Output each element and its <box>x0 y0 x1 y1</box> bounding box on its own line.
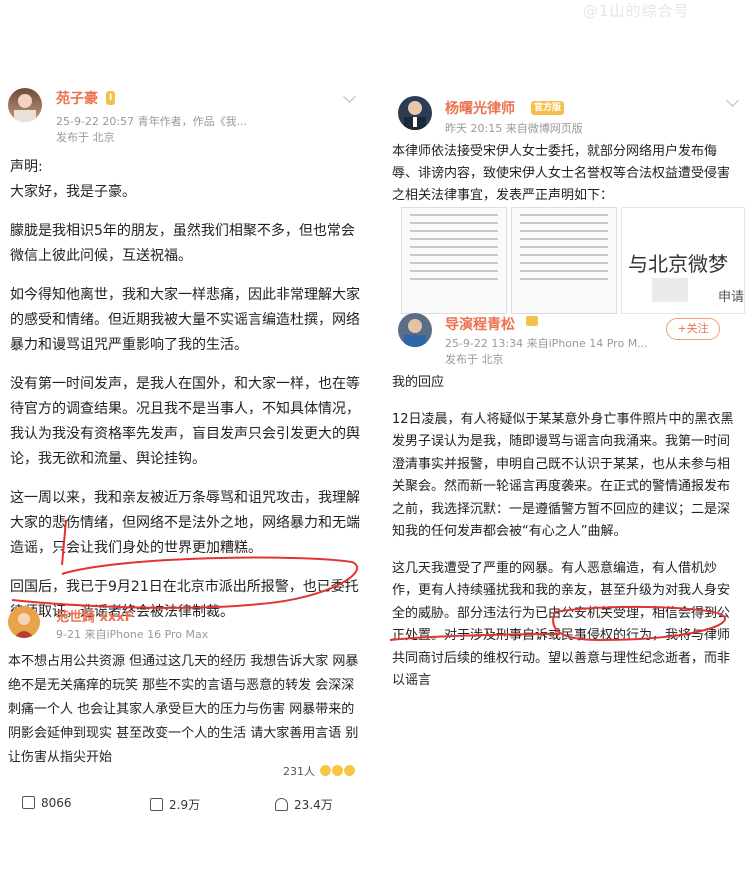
lawyer-post-text: 本律师依法接受宋伊人女士委托，就部分网络用户发布侮辱、诽谤内容，致使宋伊人女士名… <box>392 144 731 203</box>
avatar[interactable] <box>8 88 42 122</box>
thumbs-up-icon <box>275 798 288 811</box>
watermark: @1山的综合号 <box>583 2 690 20</box>
comment-button[interactable]: 2.9万 <box>150 796 200 813</box>
director-avatar[interactable] <box>398 313 432 347</box>
director-name[interactable]: 导演程青松 <box>445 314 515 334</box>
emoji-icon <box>331 765 343 776</box>
like-button[interactable]: 23.4万 <box>275 796 333 813</box>
statement-image-2[interactable] <box>511 207 617 314</box>
director-post-location: 发布于 北京 <box>445 353 504 366</box>
repost-button[interactable]: 8066 <box>22 796 72 810</box>
vip-badge: I <box>106 91 116 105</box>
emoji-icon <box>343 765 355 776</box>
statement-image-3[interactable]: 与北京微梦 申请 <box>621 207 745 314</box>
lawyer-name[interactable]: 杨曙光律师 <box>445 98 515 118</box>
comment-likes: 231人 <box>283 763 355 779</box>
comment-icon <box>150 798 163 811</box>
lawyer-post-date: 昨天 20:15 来自微博网页版 <box>445 122 583 135</box>
commenter-avatar[interactable] <box>8 606 40 638</box>
director-post-time: 25-9-22 13:34 来自iPhone 14 Pro M... <box>445 337 648 350</box>
comment-text: 本不想占用公共资源 但通过这几天的经历 我想告诉大家 网暴绝不是无关痛痒的玩笑 … <box>8 654 359 765</box>
action-bar: 8066 2.9万 23.4万 <box>0 784 370 824</box>
repost-icon <box>22 796 35 809</box>
author-name[interactable]: 苑子豪 <box>56 88 98 108</box>
follow-button[interactable]: +关注 <box>666 318 720 340</box>
statement-image-1[interactable] <box>401 207 507 314</box>
post-body: 声明: 大家好，我是子豪。 朦胧是我相识5年的朋友，虽然我们相聚不多，但也常会微… <box>10 159 360 620</box>
director-post-body: 我的回应 12日凌晨，有人将疑似于某某意外身亡事件照片中的黑衣黑发男子误认为是我… <box>392 375 734 688</box>
post-date: 25-9-22 20:57 青年作者，作品《我... <box>56 115 248 128</box>
commenter-name[interactable]: 范世錡 xxxF <box>56 606 134 625</box>
comment-time: 9-21 来自iPhone 16 Pro Max <box>56 628 209 641</box>
crown-icon <box>526 316 538 326</box>
emoji-icon <box>319 765 331 776</box>
lawyer-avatar[interactable] <box>398 96 432 130</box>
post-location: 发布于 北京 <box>56 131 115 144</box>
official-badge: 官方版 <box>531 101 565 115</box>
